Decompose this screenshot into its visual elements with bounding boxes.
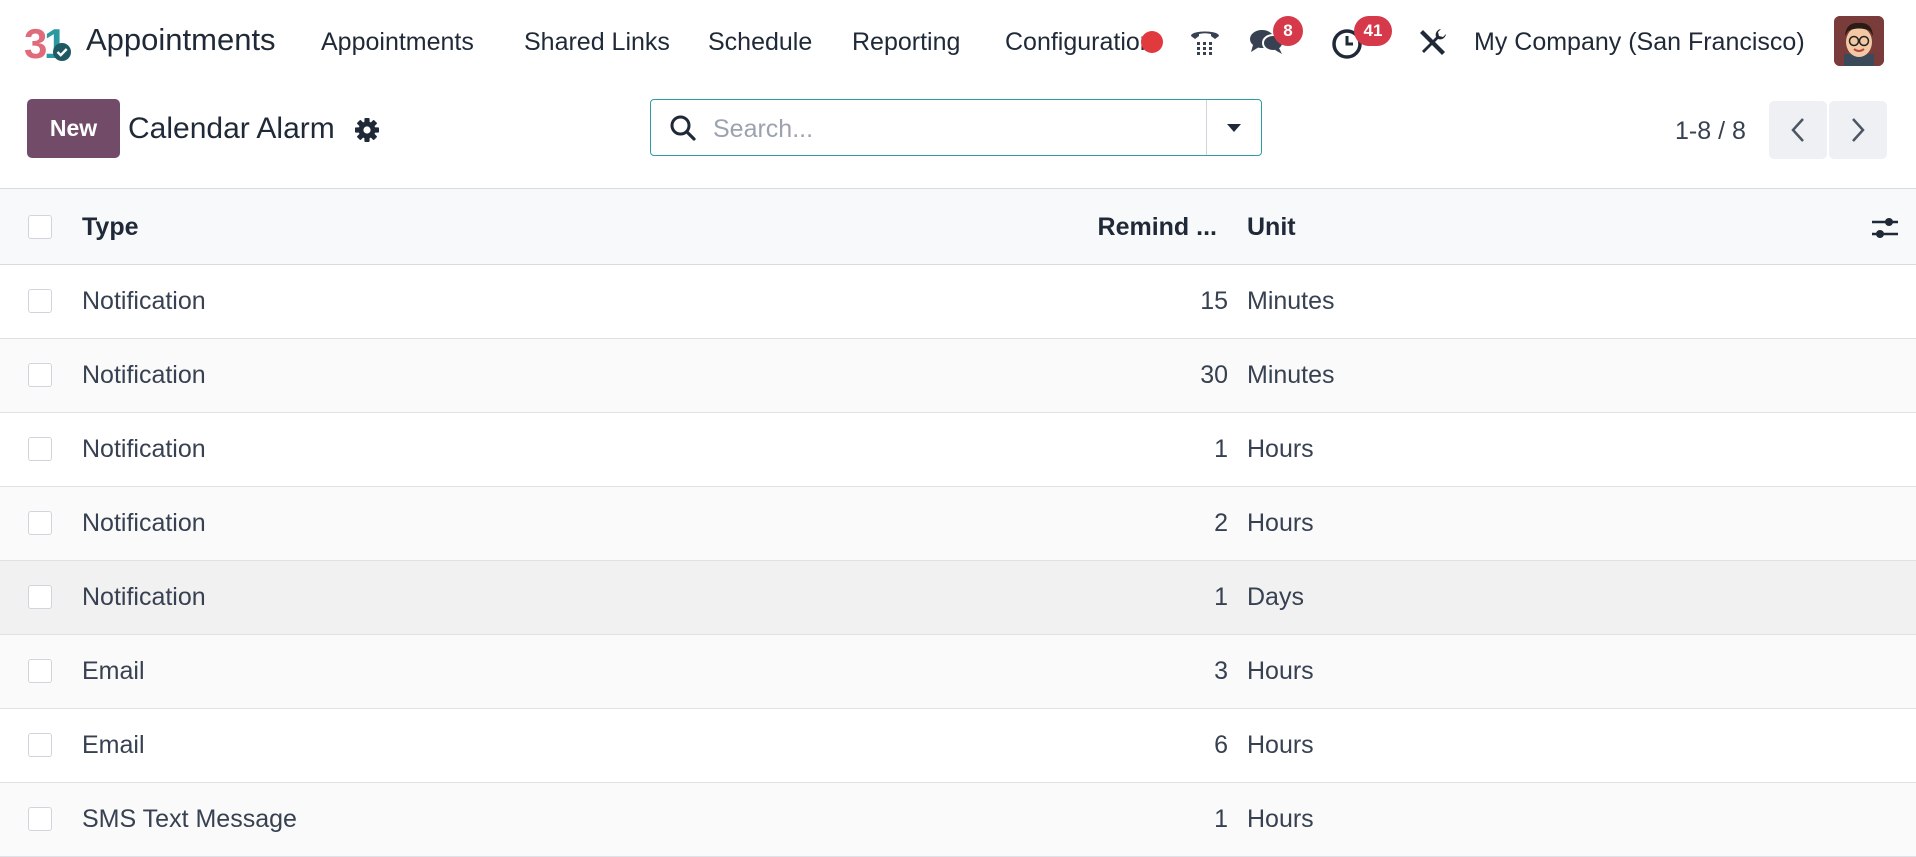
cell-unit: Minutes: [1247, 287, 1335, 315]
cell-remind: 15: [1200, 287, 1228, 315]
cell-remind: 1: [1214, 583, 1228, 611]
row-checkbox[interactable]: [28, 511, 52, 535]
cell-type: Notification: [82, 361, 206, 389]
optional-columns-icon[interactable]: [1870, 215, 1900, 241]
search-bar: [650, 99, 1262, 156]
search-options-toggle[interactable]: [1206, 100, 1261, 155]
pager-next-button[interactable]: [1829, 101, 1887, 159]
table-row[interactable]: Notification 1 Days: [0, 561, 1916, 635]
menu-reporting[interactable]: Reporting: [852, 28, 960, 57]
activities-badge: 41: [1354, 16, 1392, 46]
cell-remind: 1: [1214, 805, 1228, 833]
search-input[interactable]: [711, 108, 1255, 150]
cell-remind: 30: [1200, 361, 1228, 389]
table-row[interactable]: Email 3 Hours: [0, 635, 1916, 709]
table-header: Type Remind ... Unit: [0, 188, 1916, 265]
table-row[interactable]: Notification 1 Hours: [0, 413, 1916, 487]
cell-type: SMS Text Message: [82, 805, 297, 833]
phone-icon[interactable]: [1187, 24, 1223, 60]
row-checkbox[interactable]: [28, 807, 52, 831]
pager-value[interactable]: 1-8 / 8: [1675, 117, 1746, 146]
cell-type: Notification: [82, 509, 206, 537]
row-checkbox[interactable]: [28, 659, 52, 683]
table-row[interactable]: Notification 2 Hours: [0, 487, 1916, 561]
table-row[interactable]: Notification 15 Minutes: [0, 265, 1916, 339]
table-row[interactable]: Email 6 Hours: [0, 709, 1916, 783]
menu-configuration[interactable]: Configuration: [1005, 28, 1157, 57]
new-button[interactable]: New: [27, 99, 120, 158]
search-icon: [669, 114, 697, 142]
select-all-checkbox[interactable]: [28, 215, 52, 239]
gear-icon[interactable]: [354, 117, 380, 143]
cell-unit: Hours: [1247, 435, 1314, 463]
menu-schedule[interactable]: Schedule: [708, 28, 812, 57]
cell-unit: Hours: [1247, 731, 1314, 759]
messages-badge: 8: [1273, 16, 1303, 46]
caret-down-icon: [1227, 123, 1241, 132]
breadcrumb: Calendar Alarm: [128, 112, 335, 145]
chevron-right-icon: [1852, 118, 1865, 142]
cell-unit: Hours: [1247, 657, 1314, 685]
row-checkbox[interactable]: [28, 733, 52, 757]
cell-type: Email: [82, 731, 145, 759]
chevron-left-icon: [1791, 118, 1804, 142]
cell-type: Notification: [82, 435, 206, 463]
column-header-type[interactable]: Type: [82, 213, 139, 242]
alarm-list-table: Type Remind ... Unit Notification 15 Min…: [0, 188, 1916, 857]
cell-remind: 1: [1214, 435, 1228, 463]
cell-type: Notification: [82, 287, 206, 315]
cell-unit: Hours: [1247, 509, 1314, 537]
table-row[interactable]: SMS Text Message 1 Hours: [0, 783, 1916, 857]
cell-unit: Hours: [1247, 805, 1314, 833]
top-navbar: 3 1 Appointments Appointments Shared Lin…: [0, 0, 1916, 84]
row-checkbox[interactable]: [28, 585, 52, 609]
column-header-remind[interactable]: Remind ...: [1098, 213, 1217, 242]
row-checkbox[interactable]: [28, 289, 52, 313]
status-dot: [1141, 31, 1163, 53]
table-row[interactable]: Notification 30 Minutes: [0, 339, 1916, 413]
cell-unit: Minutes: [1247, 361, 1335, 389]
row-checkbox[interactable]: [28, 363, 52, 387]
row-checkbox[interactable]: [28, 437, 52, 461]
company-switcher[interactable]: My Company (San Francisco): [1474, 28, 1805, 57]
appointments-logo-icon[interactable]: 3 1: [24, 20, 72, 67]
cell-remind: 3: [1214, 657, 1228, 685]
user-avatar[interactable]: [1834, 16, 1884, 66]
cell-type: Email: [82, 657, 145, 685]
menu-appointments[interactable]: Appointments: [321, 28, 474, 57]
cell-remind: 6: [1214, 731, 1228, 759]
tools-icon[interactable]: [1417, 26, 1453, 62]
column-header-unit[interactable]: Unit: [1247, 213, 1296, 242]
menu-shared-links[interactable]: Shared Links: [524, 28, 670, 57]
cell-type: Notification: [82, 583, 206, 611]
pager-previous-button[interactable]: [1769, 101, 1827, 159]
cell-unit: Days: [1247, 583, 1304, 611]
app-name[interactable]: Appointments: [86, 22, 276, 58]
cell-remind: 2: [1214, 509, 1228, 537]
